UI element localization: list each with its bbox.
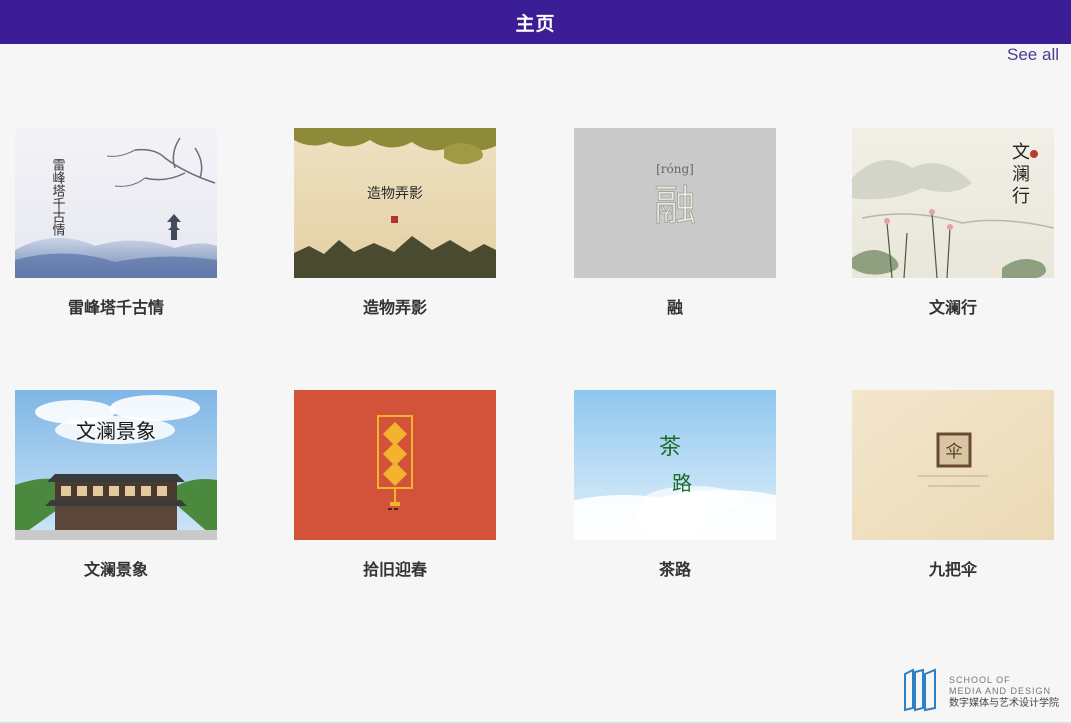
svg-text:文: 文 (1012, 142, 1030, 163)
card-thumbnail: 雷峰塔千古情 (15, 128, 217, 278)
card-chalu[interactable]: 茶 路 茶路 (574, 390, 776, 580)
watermark-line-1: SCHOOL OF (949, 675, 1011, 685)
school-logo-icon (903, 668, 939, 716)
svg-text:融: 融 (654, 181, 696, 230)
card-title: 九把伞 (928, 560, 977, 579)
card-thumbnail (294, 390, 496, 540)
school-watermark: SCHOOL OF MEDIA AND DESIGN 数字媒体与艺术设计学院 (903, 668, 1059, 716)
card-thumbnail: 伞 (852, 390, 1054, 540)
card-title: 茶路 (658, 560, 691, 579)
svg-text:[róng]: [róng] (656, 162, 694, 176)
card-thumbnail: 文澜景象 (15, 390, 217, 540)
card-title: 融 (666, 298, 683, 317)
card-thumbnail: 造物弄影 (294, 128, 496, 278)
svg-text:文澜景象: 文澜景象 (76, 419, 156, 443)
app-window: 主页 See all 雷峰塔千古情 雷峰塔千古情 造物弄影 造物弄影 [róng… (0, 0, 1071, 724)
card-title: 雷峰塔千古情 (67, 298, 164, 317)
svg-text:茶: 茶 (659, 435, 681, 460)
card-zaowu-nongying[interactable]: 造物弄影 造物弄影 (294, 128, 496, 318)
card-title: 文澜景象 (83, 560, 148, 579)
card-shijiu-yingchun[interactable]: 拾旧迎春 (294, 390, 496, 580)
card-wenlan-xing[interactable]: 文 澜 行 文澜行 (852, 128, 1054, 318)
svg-text:伞: 伞 (946, 442, 963, 462)
card-leifeng-pagoda[interactable]: 雷峰塔千古情 雷峰塔千古情 (15, 128, 217, 318)
thumb-title: 造物弄影 (367, 186, 423, 202)
watermark-line-3: 数字媒体与艺术设计学院 (949, 698, 1059, 709)
card-thumbnail: [róng] 融 (574, 128, 776, 278)
watermark-line-2: MEDIA AND DESIGN (949, 686, 1052, 696)
card-title: 拾旧迎春 (362, 560, 427, 579)
svg-text:路: 路 (672, 471, 692, 495)
card-wenlan-jingxiang[interactable]: 文澜景象 文澜景象 (15, 390, 217, 580)
card-title: 文澜行 (928, 298, 977, 317)
card-grid: 雷峰塔千古情 雷峰塔千古情 造物弄影 造物弄影 [róng] 融 融 文 澜 行… (0, 0, 1071, 724)
card-thumbnail: 茶 路 (574, 390, 776, 540)
svg-text:行: 行 (1012, 186, 1030, 207)
svg-text:澜: 澜 (1012, 164, 1030, 185)
svg-text:雷峰塔千古情: 雷峰塔千古情 (50, 158, 66, 236)
card-jiuba-san[interactable]: 伞 九把伞 (852, 390, 1054, 580)
card-rong[interactable]: [róng] 融 融 (574, 128, 776, 318)
card-title: 造物弄影 (362, 298, 427, 317)
card-thumbnail: 文 澜 行 (852, 128, 1054, 278)
